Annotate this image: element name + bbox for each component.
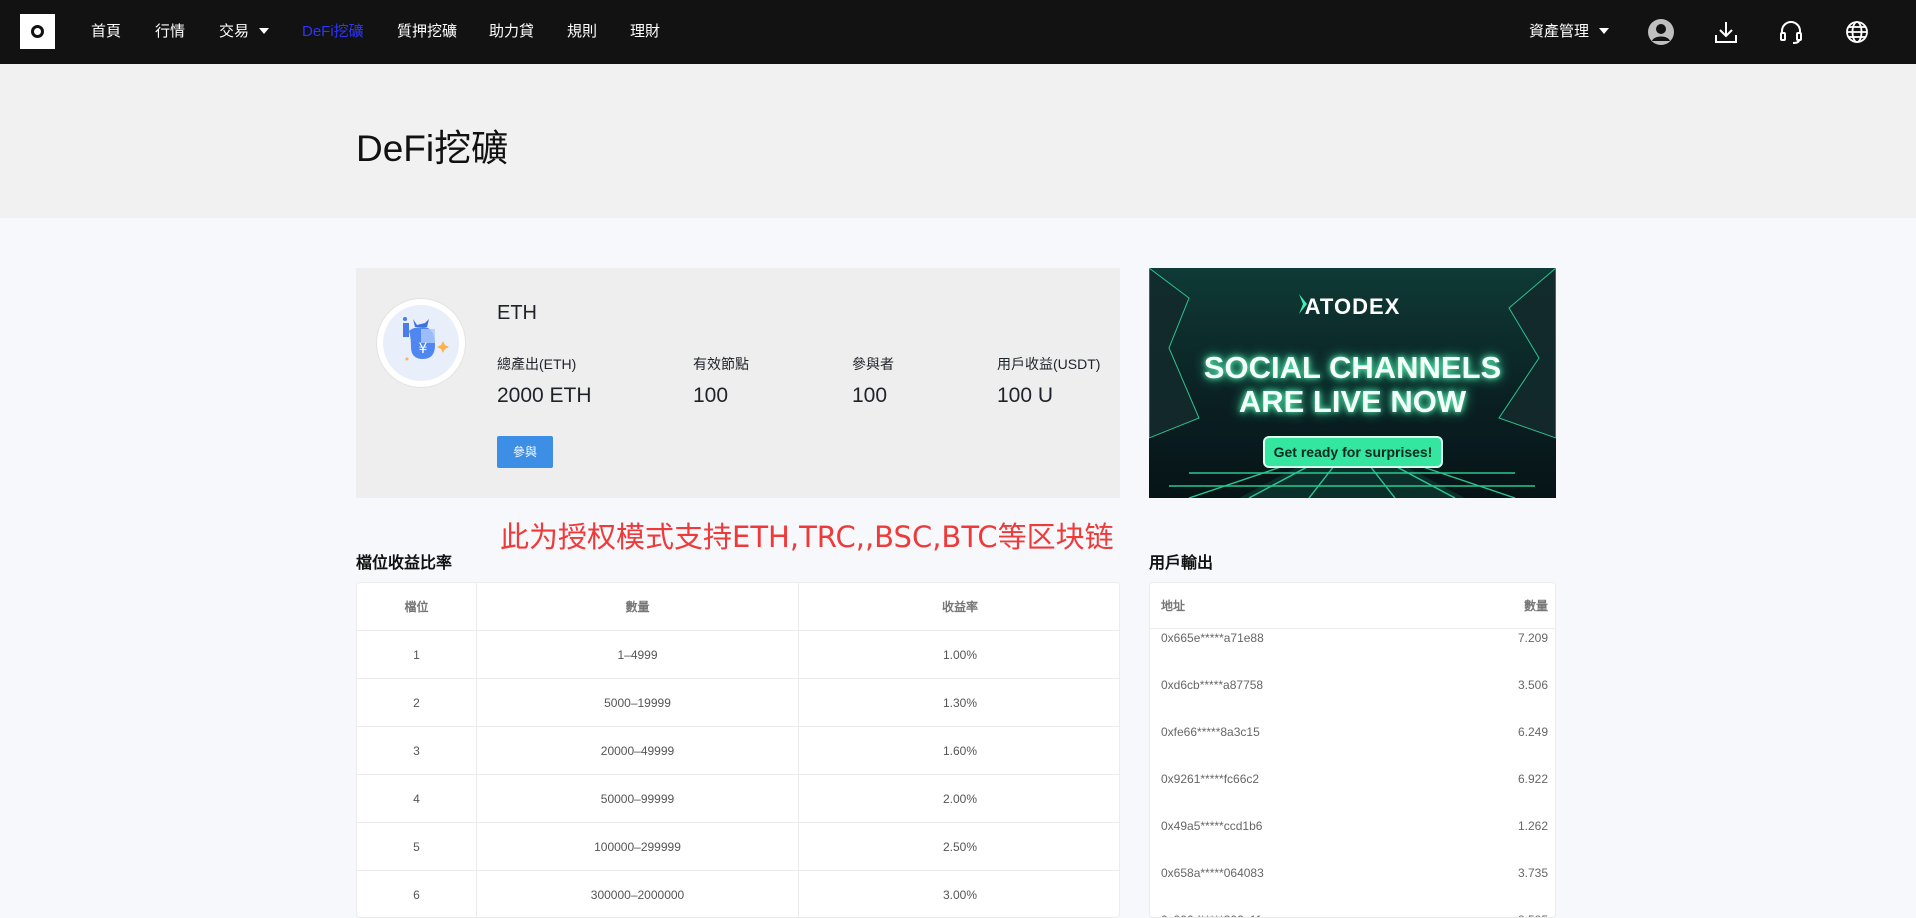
user-output-table[interactable]: 地址 數量 0x665e*****a71e88 7.209 0xd6cb****… [1149, 582, 1556, 918]
quantity-cell: 6.249 [1517, 725, 1548, 739]
stat-value-total-output: 2000 ETH [497, 384, 592, 407]
address-cell: 0x49a5*****ccd1b6 [1161, 819, 1263, 833]
coin-name: ETH [497, 302, 537, 324]
join-button[interactable]: 參與 [497, 436, 553, 468]
nav-item-market[interactable]: 行情 [155, 0, 185, 64]
column-header-yield: 收益率 [941, 600, 978, 614]
quantity-cell: 1.262 [1517, 819, 1548, 833]
table-row: 1 1–4999 1.00% [357, 631, 1119, 679]
quantity-cell: 3.735 [1517, 866, 1548, 880]
table-header-row: 檔位 數量 收益率 [357, 583, 1119, 631]
rate-table: 檔位 數量 收益率 1 1–4999 1.00% 2 5000–19999 1.… [356, 582, 1120, 918]
logo-icon[interactable] [20, 14, 55, 49]
rate-table-title: 檔位收益比率 [356, 555, 453, 572]
column-header-quantity: 數量 [1523, 599, 1548, 613]
amount-cell: 100000–299999 [477, 823, 799, 871]
chevron-down-icon [1599, 28, 1610, 34]
address-cell: 0x990d*****302c11 [1161, 910, 1262, 917]
page-title: DeFi挖礦 [356, 128, 509, 169]
stat-label-total-output: 總產出(ETH) [497, 356, 577, 372]
quantity-cell: 6.922 [1517, 772, 1548, 786]
user-icon[interactable] [1647, 18, 1675, 46]
nav-item-defi-mining[interactable]: DeFi挖礦 [302, 0, 364, 64]
nav-item-rules[interactable]: 規則 [567, 0, 597, 64]
nav-item-finance[interactable]: 理財 [630, 0, 660, 64]
table-row: 4 50000–99999 2.00% [357, 775, 1119, 823]
address-cell: 0xd6cb*****a87758 [1161, 678, 1264, 692]
banner-headline-2: ARE LIVE NOW [1238, 384, 1467, 419]
yield-cell: 2.00% [942, 792, 978, 806]
list-item: 0x49a5*****ccd1b6 1.262 [1150, 816, 1555, 863]
money-bag-icon: ¥ [383, 305, 459, 381]
amount-cell: 300000–2000000 [477, 871, 799, 917]
quantity-cell: 7.209 [1517, 631, 1548, 645]
yield-cell: 3.00% [942, 888, 978, 902]
list-item: 0xfe66*****8a3c15 6.249 [1150, 722, 1555, 769]
list-item: 0x990d*****302c11 8.585 [1150, 910, 1555, 917]
address-cell: 0xfe66*****8a3c15 [1161, 725, 1260, 739]
tier-cell: 1 [357, 631, 477, 679]
amount-cell: 50000–99999 [477, 775, 799, 823]
amount-cell: 5000–19999 [477, 679, 799, 727]
table-row: 5 100000–299999 2.50% [357, 823, 1119, 871]
stat-value-user-earnings: 100 U [997, 384, 1054, 407]
page-header: DeFi挖礦 [0, 64, 1916, 218]
asset-management-label: 資產管理 [1529, 23, 1590, 40]
banner-headline-1: SOCIAL CHANNELS [1203, 350, 1502, 385]
banner-cta-button[interactable]: Get ready for surprises! [1263, 436, 1443, 468]
tier-cell: 4 [357, 775, 477, 823]
tier-cell: 2 [357, 679, 477, 727]
nav-item-loan[interactable]: 助力貸 [489, 0, 534, 64]
asset-management-menu[interactable]: 資產管理 [1529, 0, 1610, 64]
top-navigation-bar: 首頁 行情 交易 DeFi挖礦 質押挖礦 助力貸 規則 理財 資產管理 [0, 0, 1916, 64]
chevron-down-icon [259, 28, 270, 34]
tier-cell: 6 [357, 871, 477, 917]
yield-cell: 2.50% [942, 840, 978, 854]
column-header-tier: 檔位 [357, 583, 477, 631]
quantity-cell: 3.506 [1517, 678, 1548, 692]
quantity-cell: 8.585 [1518, 910, 1548, 917]
stat-value-participants: 100 [852, 384, 888, 407]
address-cell: 0x9261*****fc66c2 [1161, 772, 1260, 786]
stat-label-participants: 參與者 [852, 356, 894, 372]
download-icon[interactable] [1712, 18, 1740, 46]
list-item: 0x665e*****a71e88 7.209 [1150, 628, 1555, 675]
column-header-address: 地址 [1161, 599, 1186, 613]
address-cell: 0x658a*****064083 [1161, 866, 1264, 880]
nav-item-home[interactable]: 首頁 [91, 0, 121, 64]
banner-brand: ATODEX [1304, 294, 1401, 319]
authorization-mode-note: 此为授权模式支持ETH,TRC,,BSC,BTC等区块链 [500, 520, 1114, 554]
stat-value-valid-nodes: 100 [693, 384, 729, 407]
nav-item-trade[interactable]: 交易 [219, 0, 270, 64]
address-cell: 0x665e*****a71e88 [1161, 631, 1264, 645]
tier-cell: 5 [357, 823, 477, 871]
amount-cell: 20000–49999 [477, 727, 799, 775]
table-header-row: 地址 數量 [1150, 583, 1555, 629]
coin-avatar: ¥ [376, 298, 466, 388]
column-header-amount: 數量 [477, 583, 799, 631]
yield-cell: 1.00% [942, 648, 978, 662]
yield-cell: 1.60% [942, 744, 978, 758]
list-item: 0x658a*****064083 3.735 [1150, 863, 1555, 910]
nav-item-trade-label: 交易 [219, 23, 250, 40]
table-row: 3 20000–49999 1.60% [357, 727, 1119, 775]
promo-banner[interactable]: ATODEX SOCIAL CHANNELS ARE LIVE NOW Get … [1149, 268, 1556, 498]
list-item: 0xd6cb*****a87758 3.506 [1150, 675, 1555, 722]
tier-cell: 3 [357, 727, 477, 775]
globe-icon[interactable] [1843, 18, 1871, 46]
table-row: 2 5000–19999 1.30% [357, 679, 1119, 727]
headset-icon[interactable] [1777, 18, 1805, 46]
stat-label-user-earnings: 用戶收益(USDT) [997, 356, 1101, 372]
table-row: 6 300000–2000000 3.00% [357, 871, 1119, 917]
amount-cell: 1–4999 [477, 631, 799, 679]
output-table-title: 用戶輸出 [1149, 555, 1214, 572]
list-item: 0x9261*****fc66c2 6.922 [1150, 769, 1555, 816]
mining-pool-card: ¥ ETH 總產出(ETH) 2000 ETH 有效節點 100 參與者 100… [356, 268, 1120, 498]
stat-label-valid-nodes: 有效節點 [693, 356, 749, 372]
svg-text:¥: ¥ [419, 341, 428, 357]
nav-item-staking-mining[interactable]: 質押挖礦 [397, 0, 457, 64]
yield-cell: 1.30% [942, 696, 978, 710]
